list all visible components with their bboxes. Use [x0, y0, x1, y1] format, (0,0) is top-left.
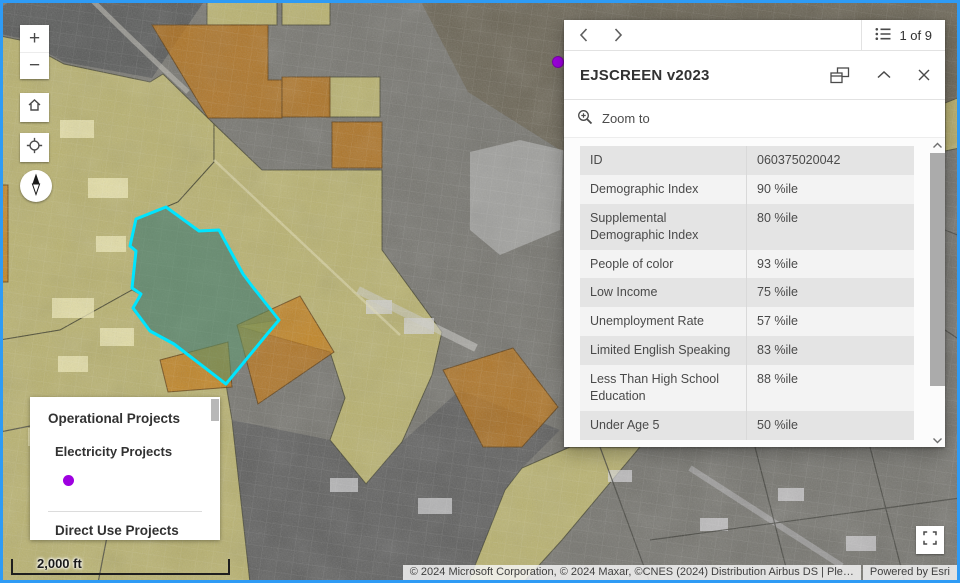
- attribute-row: Low Income 75 %ile: [580, 278, 914, 307]
- collapse-popup-button[interactable]: [877, 71, 891, 79]
- zoom-control-group: + −: [20, 25, 49, 79]
- attribute-row: Supplemental Demographic Index 80 %ile: [580, 204, 914, 250]
- electricity-point-symbol: [63, 475, 74, 486]
- dock-popup-button[interactable]: [830, 67, 850, 84]
- popup-header: EJSCREEN v2023: [564, 51, 945, 100]
- legend-panel: Operational Projects Electricity Project…: [30, 397, 220, 540]
- attribute-row: ID 060375020042: [580, 146, 914, 175]
- field-value: 50 %ile: [747, 411, 914, 440]
- attribute-row: Under Age 5 50 %ile: [580, 411, 914, 440]
- scale-bar-label: 2,000 ft: [37, 556, 82, 571]
- legend-section-electricity: Electricity Projects: [55, 444, 172, 459]
- feature-popup: 1 of 9 EJSCREEN v2023: [564, 20, 945, 447]
- next-feature-button[interactable]: [614, 28, 623, 42]
- feature-list-icon: [875, 27, 891, 44]
- field-label: People of color: [580, 250, 747, 279]
- attribute-row: Unemployment Rate 57 %ile: [580, 307, 914, 336]
- scroll-down-button[interactable]: [930, 433, 945, 447]
- home-button[interactable]: [20, 93, 49, 122]
- zoom-to-action[interactable]: Zoom to: [564, 100, 945, 138]
- compass-needle-icon: [20, 168, 52, 205]
- previous-feature-button[interactable]: [579, 28, 588, 42]
- field-value: 88 %ile: [747, 365, 914, 411]
- compass-button[interactable]: [20, 170, 52, 202]
- zoom-to-icon: [577, 109, 593, 128]
- popup-title: EJSCREEN v2023: [580, 67, 830, 84]
- legend-section-direct-use: Direct Use Projects: [55, 523, 179, 538]
- attribute-row: People of color 93 %ile: [580, 250, 914, 279]
- feature-count-label: 1 of 9: [899, 28, 932, 43]
- powered-by-esri[interactable]: Powered by Esri: [863, 565, 957, 580]
- scroll-up-button[interactable]: [930, 138, 945, 152]
- fullscreen-icon: [923, 531, 937, 550]
- field-label: Under Age 5: [580, 411, 747, 440]
- attribute-row: Limited English Speaking 83 %ile: [580, 336, 914, 365]
- field-value: 90 %ile: [747, 175, 914, 204]
- zoom-to-label: Zoom to: [602, 111, 650, 126]
- attribute-table: ID 060375020042 Demographic Index 90 %il…: [580, 146, 914, 440]
- map-application-window: + −: [0, 0, 960, 583]
- field-value: 060375020042: [747, 146, 914, 175]
- field-value: 75 %ile: [747, 278, 914, 307]
- field-label: ID: [580, 146, 747, 175]
- field-value: 93 %ile: [747, 250, 914, 279]
- scale-bar: 2,000 ft: [11, 559, 230, 575]
- home-icon: [26, 97, 43, 118]
- field-label: Limited English Speaking: [580, 336, 747, 365]
- attribution-sources: © 2024 Microsoft Corporation, © 2024 Max…: [403, 565, 861, 580]
- attribute-row: Less Than High School Education 88 %ile: [580, 365, 914, 411]
- attribution-bar: © 2024 Microsoft Corporation, © 2024 Max…: [403, 565, 957, 580]
- legend-divider: [48, 511, 202, 512]
- feature-list-toggle[interactable]: 1 of 9: [861, 20, 945, 50]
- field-value: 80 %ile: [747, 204, 914, 250]
- legend-scrollbar-thumb[interactable]: [211, 399, 219, 421]
- scrollbar-thumb[interactable]: [930, 153, 945, 386]
- attribute-row: Demographic Index 90 %ile: [580, 175, 914, 204]
- popup-content: ID 060375020042 Demographic Index 90 %il…: [564, 138, 945, 447]
- zoom-in-button[interactable]: +: [20, 25, 49, 53]
- field-label: Unemployment Rate: [580, 307, 747, 336]
- field-label: Demographic Index: [580, 175, 747, 204]
- legend-heading: Operational Projects: [48, 411, 180, 426]
- field-label: Less Than High School Education: [580, 365, 747, 411]
- fullscreen-button[interactable]: [916, 526, 944, 554]
- popup-scrollbar: [930, 138, 945, 447]
- zoom-out-button[interactable]: −: [20, 53, 49, 80]
- electricity-project-point[interactable]: [553, 57, 564, 68]
- locate-button[interactable]: [20, 133, 49, 162]
- locate-icon: [26, 137, 43, 159]
- field-value: 57 %ile: [747, 307, 914, 336]
- close-popup-button[interactable]: [918, 69, 930, 81]
- field-label: Low Income: [580, 278, 747, 307]
- field-value: 83 %ile: [747, 336, 914, 365]
- popup-pagination-bar: 1 of 9: [564, 20, 945, 51]
- field-label: Supplemental Demographic Index: [580, 204, 747, 250]
